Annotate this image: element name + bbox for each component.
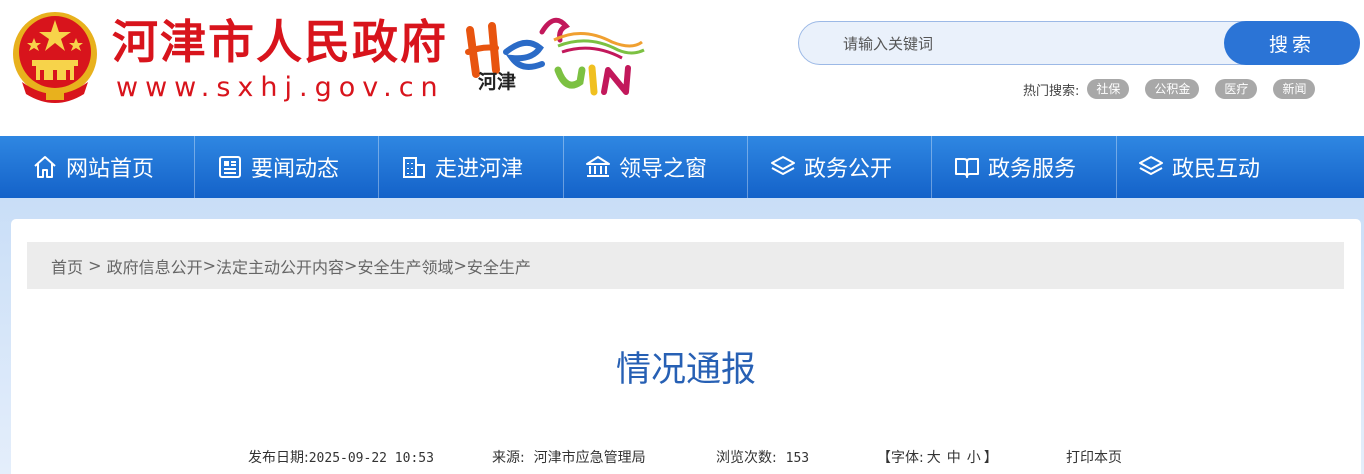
nav-label: 走进河津 xyxy=(435,157,524,182)
font-size-control: 【字体: 大中小】 xyxy=(877,447,998,469)
news-icon xyxy=(219,156,241,178)
publish-date: 发布日期:2025-09-22 10:53 xyxy=(248,447,434,470)
building-icon xyxy=(403,157,425,178)
layers-icon xyxy=(1139,156,1163,175)
publish-date-label: 发布日期: xyxy=(248,450,309,466)
search-input[interactable] xyxy=(821,30,1245,58)
hot-tag-social-security[interactable]: 社保 xyxy=(1087,79,1130,99)
font-size-bracket: 】 xyxy=(983,450,998,466)
article-source: 来源: 河津市应急管理局 xyxy=(492,447,646,469)
hot-search-label: 热门搜索: xyxy=(1023,83,1080,99)
breadcrumb-home[interactable]: 首页 xyxy=(51,254,83,278)
breadcrumb-separator: > xyxy=(453,256,467,275)
breadcrumb-safety-production[interactable]: 安全生产 xyxy=(467,254,531,278)
search-button[interactable]: 搜索 xyxy=(1224,21,1360,65)
hot-search: 热门搜索: 社保 公积金 医疗 新闻 xyxy=(1023,78,1331,100)
breadcrumb-separator: > xyxy=(344,256,358,275)
nav-item-gov-services[interactable]: 政务服务 xyxy=(954,136,1076,198)
view-count: 浏览次数: 153 xyxy=(716,447,809,470)
nav-item-news[interactable]: 要闻动态 xyxy=(217,136,339,198)
nav-divider xyxy=(931,136,932,198)
font-size-label: 【字体: xyxy=(877,450,924,466)
font-size-large-button[interactable]: 大 xyxy=(927,450,941,466)
breadcrumb-gov-info[interactable]: 政府信息公开 xyxy=(107,254,203,278)
publish-date-value: 2025-09-22 10:53 xyxy=(308,451,434,466)
site-title: 河津市人民政府 xyxy=(112,15,448,69)
nav-divider xyxy=(563,136,564,198)
nav-item-interaction[interactable]: 政民互动 xyxy=(1138,136,1260,198)
site-url: www.sxhj.gov.cn xyxy=(116,72,445,103)
nav-item-home[interactable]: 网站首页 xyxy=(32,136,154,198)
search-box: 搜索 xyxy=(798,21,1360,65)
nav-item-gov-disclosure[interactable]: 政务公开 xyxy=(770,136,892,198)
national-emblem-icon xyxy=(13,12,97,103)
nav-divider xyxy=(194,136,195,198)
breadcrumb-separator: > xyxy=(83,256,107,275)
font-size-small-button[interactable]: 小 xyxy=(967,450,981,466)
brand-logo-text: 河津 xyxy=(478,71,517,93)
nav-label: 要闻动态 xyxy=(251,157,340,182)
source-label: 来源: xyxy=(492,450,525,466)
article-title: 情况通报 xyxy=(615,350,756,390)
nav-divider xyxy=(378,136,379,198)
breadcrumb: 首页 > 政府信息公开 > 法定主动公开内容 > 安全生产领域 > 安全生产 xyxy=(27,242,1344,289)
layers-icon xyxy=(771,156,795,175)
nav-divider xyxy=(1116,136,1117,198)
nav-divider xyxy=(747,136,748,198)
nav-label: 政务服务 xyxy=(988,157,1077,182)
hot-tag-housing-fund[interactable]: 公积金 xyxy=(1145,79,1200,99)
nav-label: 网站首页 xyxy=(66,157,155,182)
breadcrumb-separator: > xyxy=(202,256,217,275)
source-value: 河津市应急管理局 xyxy=(533,450,646,466)
article-meta: 发布日期:2025-09-22 10:53 来源: 河津市应急管理局 浏览次数:… xyxy=(11,447,1361,469)
nav-item-leadership[interactable]: 领导之窗 xyxy=(585,136,707,198)
font-size-medium-button[interactable]: 中 xyxy=(947,450,961,466)
nav-label: 政民互动 xyxy=(1172,157,1261,182)
breadcrumb-statutory[interactable]: 法定主动公开内容 xyxy=(216,254,344,278)
site-header: 河津市人民政府 www.sxhj.gov.cn 河津 搜索 热门搜索: 社保 公… xyxy=(0,0,1364,136)
view-count-label: 浏览次数: xyxy=(716,450,777,466)
nav-item-about-hejin[interactable]: 走进河津 xyxy=(401,136,523,198)
view-count-value: 153 xyxy=(785,451,810,466)
breadcrumb-safety-domain[interactable]: 安全生产领域 xyxy=(357,254,453,278)
article-panel: 首页 > 政府信息公开 > 法定主动公开内容 > 安全生产领域 > 安全生产 情… xyxy=(11,219,1361,474)
print-page-link[interactable]: 打印本页 xyxy=(1066,447,1122,469)
nav-label: 领导之窗 xyxy=(619,157,708,182)
hot-tag-medical[interactable]: 医疗 xyxy=(1215,79,1258,99)
nav-label: 政务公开 xyxy=(804,157,893,182)
hot-tag-news[interactable]: 新闻 xyxy=(1273,79,1316,99)
main-nav: 网站首页 要闻动态 走进河津 领导之窗 政务公开 政务服务 政民互动 xyxy=(0,136,1364,198)
book-icon xyxy=(955,158,979,178)
home-icon xyxy=(34,156,56,178)
bank-icon xyxy=(586,156,610,177)
